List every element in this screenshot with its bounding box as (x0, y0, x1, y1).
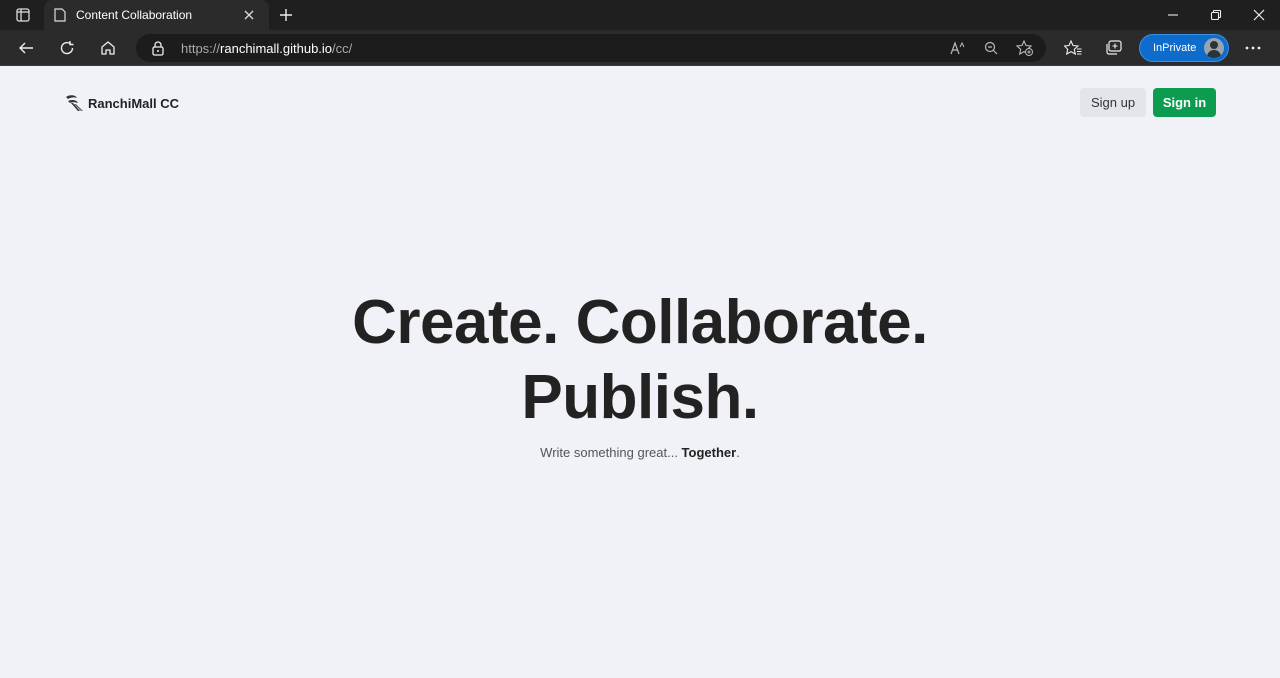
tagline-prefix: Write something great... (540, 445, 682, 460)
tab-close-button[interactable] (239, 5, 259, 25)
arrow-left-icon (19, 42, 33, 54)
tagline: Write something great... Together. (0, 445, 1280, 460)
url-text[interactable]: https://ranchimall.github.io/cc/ (181, 41, 352, 56)
browser-toolbar: https://ranchimall.github.io/cc/ InPriva… (0, 30, 1280, 66)
browser-titlebar: Content Collaboration (0, 0, 1280, 30)
lock-icon[interactable] (150, 40, 166, 56)
minimize-button[interactable] (1151, 0, 1194, 30)
window-controls (1151, 0, 1280, 30)
favorites-icon (1064, 40, 1082, 56)
tab-title: Content Collaboration (76, 8, 193, 22)
url-path: /cc/ (332, 41, 353, 56)
collections-icon (1106, 40, 1122, 55)
settings-menu-button[interactable] (1238, 34, 1268, 62)
plus-icon (280, 9, 292, 21)
read-aloud-button[interactable] (946, 38, 970, 58)
inprivate-label: InPrivate (1153, 42, 1197, 54)
tab-actions-button[interactable] (8, 4, 38, 26)
read-aloud-icon (950, 41, 965, 55)
tab-actions-icon (16, 8, 30, 22)
avatar (1204, 38, 1224, 58)
hero-line-1: Create. Collaborate. (352, 288, 928, 357)
restore-icon (1210, 9, 1221, 21)
url-prefix: https:// (181, 41, 221, 56)
add-favorite-button[interactable] (1013, 38, 1037, 58)
minimize-icon (1167, 14, 1178, 16)
restore-button[interactable] (1194, 0, 1237, 30)
new-tab-button[interactable] (274, 4, 298, 26)
brand-name: RanchiMall CC (88, 95, 180, 111)
url-host: ranchimall.github.io (220, 41, 333, 56)
close-icon (244, 10, 254, 20)
close-icon (1253, 9, 1264, 21)
sign-in-button[interactable]: Sign in (1153, 88, 1216, 117)
sign-up-button[interactable]: Sign up (1080, 88, 1146, 117)
favorites-button[interactable] (1058, 34, 1088, 62)
tagline-suffix: . (736, 445, 740, 460)
refresh-icon (60, 41, 74, 55)
home-icon (101, 41, 115, 55)
brand-link[interactable]: RanchiMall CC (64, 92, 179, 114)
tagline-emphasis: Together (681, 445, 737, 460)
hero-line-2: Publish. (521, 363, 759, 432)
page-icon (54, 8, 66, 22)
inprivate-button[interactable]: InPrivate (1139, 34, 1229, 62)
address-bar[interactable]: https://ranchimall.github.io/cc/ (136, 34, 1046, 62)
zoom-out-icon (984, 41, 998, 55)
star-add-icon (1016, 40, 1033, 56)
home-button[interactable] (93, 34, 123, 62)
zoom-button[interactable] (979, 38, 1003, 58)
browser-tab[interactable]: Content Collaboration (44, 0, 269, 30)
hero-heading: Create. Collaborate. Publish. (0, 285, 1280, 435)
close-window-button[interactable] (1237, 0, 1280, 30)
page-content: RanchiMall CC Sign up Sign in Create. Co… (0, 67, 1280, 678)
ranchimall-logo-icon (66, 95, 83, 111)
collections-button[interactable] (1099, 34, 1129, 62)
refresh-button[interactable] (52, 34, 82, 62)
more-icon (1245, 46, 1261, 50)
back-button[interactable] (11, 34, 41, 62)
